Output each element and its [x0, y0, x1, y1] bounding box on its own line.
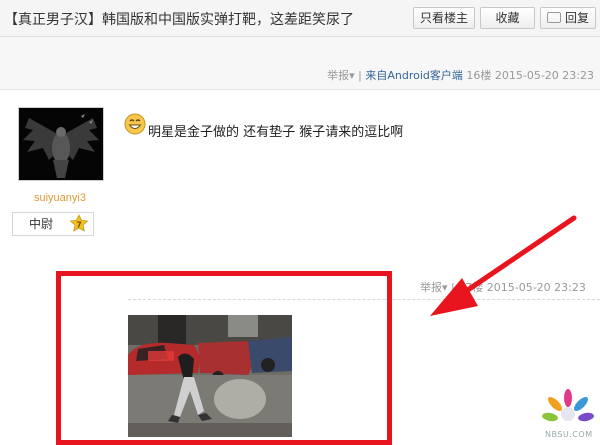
- highlight-frame: [56, 271, 392, 445]
- post-meta-top: 举报▾ | 来自Android客户端 16楼 2015-05-20 23:23: [327, 67, 594, 83]
- post-time: 2015-05-20 23:23: [486, 281, 586, 294]
- client-source-link[interactable]: 来自Android客户端: [365, 69, 463, 82]
- smiley-emoji-icon: [124, 113, 146, 135]
- level-number: 7: [76, 221, 82, 230]
- reply-button-label: 回复: [564, 11, 589, 25]
- chevron-down-icon: ▾: [442, 281, 448, 294]
- watermark-text: NBSU.COM: [545, 430, 593, 439]
- thread-title: 【真正男子汉】韩国版和中国版实弹打靶，这差距笑尿了: [4, 12, 354, 28]
- username[interactable]: suiyuanyi3: [20, 192, 100, 204]
- thread-header: 【真正男子汉】韩国版和中国版实弹打靶，这差距笑尿了 只看楼主 收藏 回复: [0, 0, 600, 37]
- only-author-button[interactable]: 只看楼主: [413, 7, 475, 29]
- comment-icon: [546, 12, 561, 23]
- reply-button[interactable]: 回复: [540, 7, 596, 29]
- avatar-image: [19, 108, 103, 180]
- report-link[interactable]: 举报: [327, 69, 349, 82]
- level-badge-icon: 7: [69, 214, 89, 232]
- post-text: 明星是金子做的 还有垫子 猴子请来的逗比啊: [148, 125, 404, 140]
- post-time: 2015-05-20 23:23: [494, 69, 594, 82]
- post-meta-bottom: 举报▾ | 17楼 2015-05-20 23:23: [420, 279, 586, 295]
- favorite-button[interactable]: 收藏: [480, 7, 535, 29]
- report-link[interactable]: 举报: [420, 281, 442, 294]
- rank-title: 中尉: [29, 217, 54, 231]
- meta-divider: |: [451, 281, 455, 294]
- chevron-down-icon: ▾: [349, 69, 355, 82]
- floor-number: 16楼: [466, 69, 492, 82]
- avatar[interactable]: [18, 107, 104, 181]
- floor-number: 17楼: [458, 281, 484, 294]
- post-divider: [0, 89, 600, 90]
- rank-box: 中尉 7: [12, 212, 94, 236]
- meta-divider: |: [358, 69, 362, 82]
